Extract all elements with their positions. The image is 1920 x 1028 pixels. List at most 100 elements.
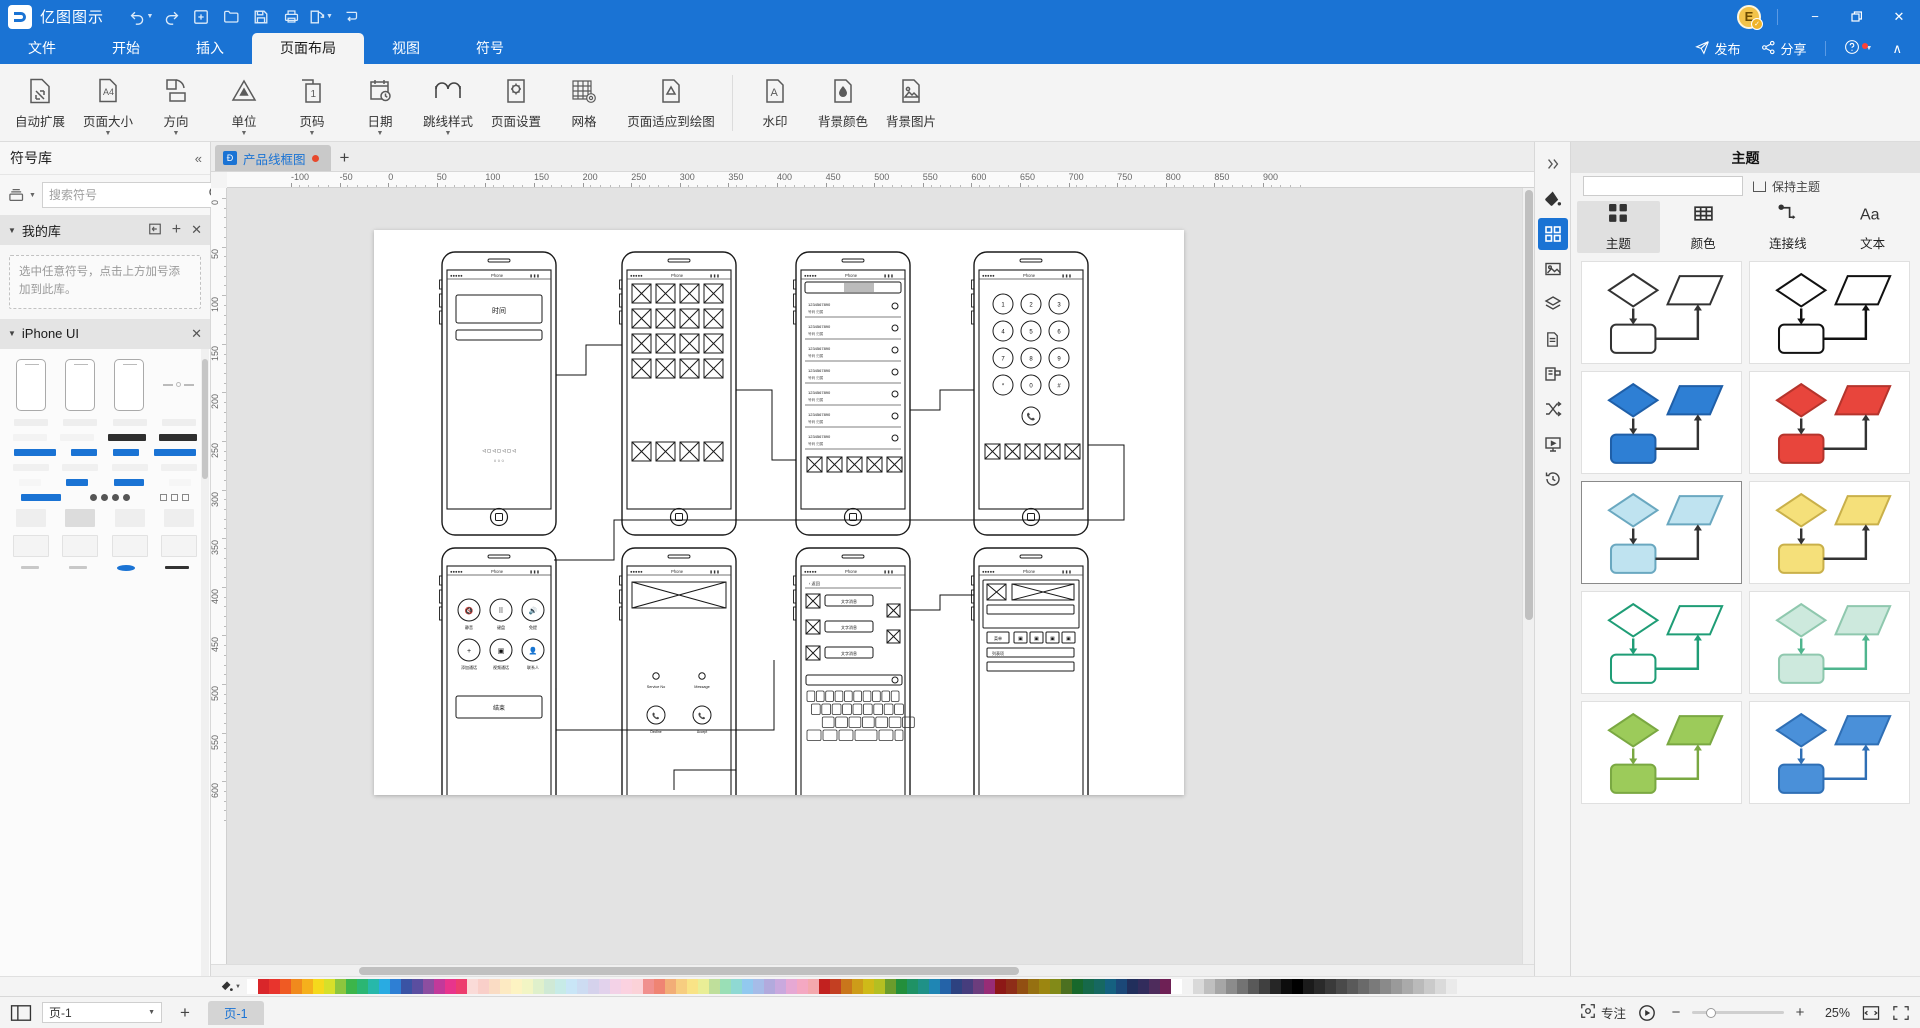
connector-contacts-to-dialpad[interactable] [910, 389, 974, 411]
chevron-down-icon[interactable]: ▼ [309, 130, 316, 137]
color-swatch[interactable] [565, 979, 577, 994]
color-swatch[interactable] [1126, 979, 1138, 994]
chevron-down-icon[interactable]: ▼ [241, 130, 248, 137]
publish-button[interactable]: 发布 [1687, 39, 1749, 58]
color-swatch[interactable] [279, 979, 291, 994]
panel-shape[interactable] [12, 534, 49, 557]
theme-card[interactable] [1749, 371, 1910, 474]
ribbon-background-color[interactable]: 背景颜色 [809, 67, 877, 139]
theme-card[interactable] [1749, 701, 1910, 804]
canvas-horizontal-scrollbar[interactable] [211, 964, 1534, 976]
color-swatch[interactable] [477, 979, 489, 994]
color-swatch[interactable] [752, 979, 764, 994]
ribbon-auto-expand[interactable]: 自动扩展 [6, 67, 74, 139]
chevron-down-icon[interactable]: ▼ [105, 130, 112, 137]
color-swatch[interactable] [433, 979, 445, 994]
color-swatch[interactable] [312, 979, 324, 994]
color-swatch[interactable] [642, 979, 654, 994]
menu-tab-home[interactable]: 开始 [84, 33, 168, 64]
color-swatch[interactable] [1412, 979, 1424, 994]
color-swatch[interactable] [1357, 979, 1369, 994]
icon-set-shape[interactable] [160, 493, 190, 501]
color-swatch[interactable] [378, 979, 390, 994]
symbol-row[interactable] [4, 445, 206, 460]
color-swatch[interactable] [257, 979, 269, 994]
color-swatch[interactable] [1170, 979, 1182, 994]
page-selector[interactable]: 页-1 ▼ [42, 1002, 162, 1023]
color-swatch[interactable] [1291, 979, 1303, 994]
symbol-row[interactable] [4, 475, 206, 490]
color-swatch[interactable] [763, 979, 775, 994]
ribbon-background-image[interactable]: 背景图片 [877, 67, 945, 139]
add-to-library-icon[interactable]: + [172, 221, 181, 239]
color-swatch[interactable] [840, 979, 852, 994]
color-swatch[interactable] [829, 979, 841, 994]
color-swatch[interactable] [1423, 979, 1435, 994]
color-swatch[interactable] [631, 979, 643, 994]
color-swatch[interactable] [1005, 979, 1017, 994]
save-button[interactable] [246, 4, 276, 30]
undo-button[interactable]: ▼ [126, 4, 156, 30]
drawing-canvas[interactable]: ●●●●● Phone ▮ ▮ ▮ 时间 ◁ ▢ ◁ ▢ ◁ ▢ ◁ ○ ○ ○ ●●●●●… [227, 188, 1522, 964]
color-swatch[interactable] [1093, 979, 1105, 994]
import-library-icon[interactable] [148, 222, 162, 239]
color-swatch[interactable] [1401, 979, 1413, 994]
color-swatch[interactable] [1159, 979, 1171, 994]
scrollbar-thumb[interactable] [202, 358, 208, 479]
tab-color[interactable]: 颜色 [1662, 201, 1745, 253]
slider-shape[interactable] [21, 566, 39, 570]
share-button[interactable]: 分享 [1753, 39, 1815, 58]
color-swatch[interactable] [1269, 979, 1281, 994]
presentation-panel-button[interactable] [1538, 428, 1568, 460]
color-swatch[interactable] [290, 979, 302, 994]
toggle-shape[interactable] [66, 478, 89, 486]
dark-bar-shape[interactable] [159, 433, 198, 441]
add-page-button[interactable]: + [172, 1002, 198, 1024]
color-swatch[interactable] [1214, 979, 1226, 994]
color-swatch[interactable] [1203, 979, 1215, 994]
color-swatch[interactable] [1368, 979, 1380, 994]
field-shape[interactable] [161, 463, 198, 471]
color-swatch[interactable] [499, 979, 511, 994]
blue-bar-shape[interactable] [154, 448, 197, 456]
color-swatch[interactable] [444, 979, 456, 994]
toggle-shape[interactable] [169, 478, 192, 486]
zoom-in-button[interactable]: + [1792, 1004, 1808, 1021]
color-swatch[interactable] [664, 979, 676, 994]
color-swatch[interactable] [1082, 979, 1094, 994]
focus-mode-button[interactable]: 专注 [1580, 1003, 1626, 1022]
color-swatch[interactable] [587, 979, 599, 994]
minimize-button[interactable]: − [1794, 0, 1836, 33]
color-swatch[interactable] [1016, 979, 1028, 994]
symbol-row[interactable] [4, 415, 206, 430]
wireframe-diagram[interactable]: ●●●●● Phone ▮ ▮ ▮时间◁ ▢ ◁ ▢ ◁ ▢ ◁○ ○ ○●●●●●… [374, 230, 1184, 795]
color-swatch[interactable] [796, 979, 808, 994]
color-swatch[interactable] [466, 979, 478, 994]
export-caret-icon[interactable]: ▼ [326, 13, 333, 20]
color-swatch[interactable] [994, 979, 1006, 994]
fill-tool-button[interactable] [1538, 183, 1568, 215]
color-swatch[interactable] [774, 979, 786, 994]
scrollbar-thumb[interactable] [1525, 190, 1533, 620]
ribbon-grid[interactable]: 网格 [550, 67, 618, 139]
container-panel-button[interactable] [1538, 358, 1568, 390]
image-panel-button[interactable] [1538, 253, 1568, 285]
color-swatch[interactable] [708, 979, 720, 994]
menu-tab-view[interactable]: 视图 [364, 33, 448, 64]
color-swatch[interactable] [1390, 979, 1402, 994]
color-swatch[interactable] [1148, 979, 1160, 994]
color-swatch[interactable] [488, 979, 500, 994]
panel-shape[interactable] [111, 534, 148, 557]
open-button[interactable] [216, 4, 246, 30]
color-swatch[interactable] [785, 979, 797, 994]
symbol-row[interactable] [4, 505, 206, 531]
color-swatch[interactable] [1280, 979, 1292, 994]
bar-shape[interactable] [112, 418, 147, 426]
chevron-down-icon[interactable]: ▼ [173, 130, 180, 137]
color-swatch[interactable] [1302, 979, 1314, 994]
color-swatch[interactable] [851, 979, 863, 994]
bar-shape[interactable] [13, 418, 48, 426]
color-swatch[interactable] [675, 979, 687, 994]
color-swatch[interactable] [620, 979, 632, 994]
color-swatch[interactable] [1379, 979, 1391, 994]
